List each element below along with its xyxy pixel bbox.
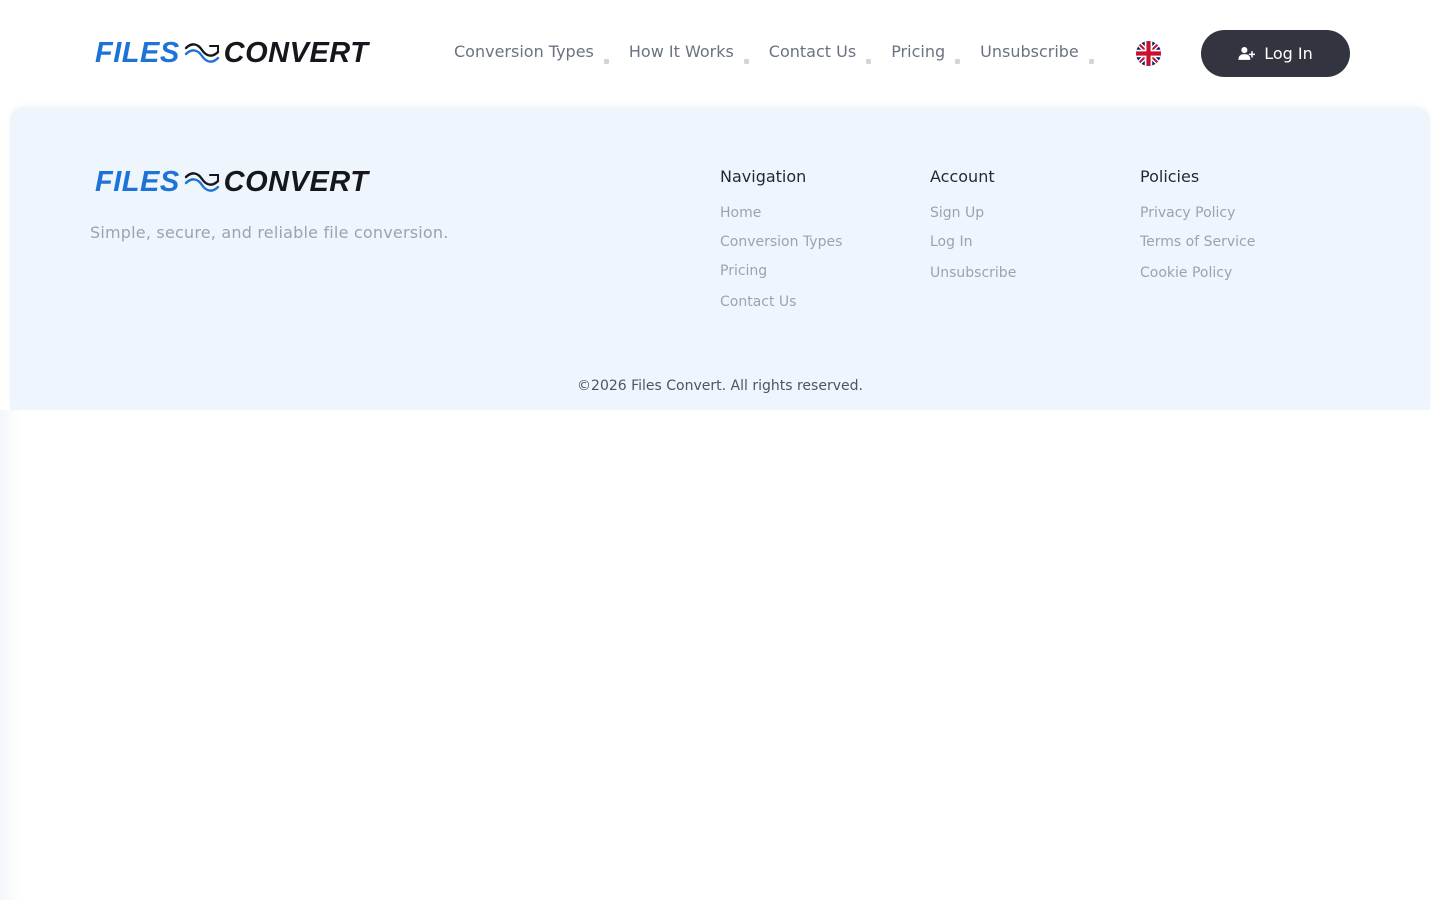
- footer-brand-logo[interactable]: FILES CONVERT: [95, 165, 368, 199]
- logo-swoosh-icon: [184, 172, 219, 192]
- nav-item-label: Contact Us: [768, 42, 857, 61]
- nav-dot-icon: [603, 59, 609, 64]
- logo-word-convert: CONVERT: [223, 36, 369, 69]
- footer-column-policies: Policies Privacy Policy Terms of Service…: [1140, 167, 1255, 281]
- logo-word-files: FILES: [95, 165, 180, 198]
- logo-word-files: FILES: [95, 36, 180, 69]
- nav-item-label: Unsubscribe: [980, 42, 1079, 61]
- logo-word-convert: CONVERT: [223, 165, 369, 198]
- nav-item-how-it-works[interactable]: How It Works: [628, 42, 749, 64]
- nav-item-unsubscribe[interactable]: Unsubscribe: [980, 42, 1094, 64]
- footer-link-contact-us[interactable]: Contact Us: [720, 294, 842, 310]
- main-nav: Conversion Types How It Works Contact Us…: [454, 42, 1094, 64]
- footer-column-title: Navigation: [720, 167, 807, 186]
- login-button-label: Log In: [1264, 44, 1313, 63]
- nav-item-pricing[interactable]: Pricing: [891, 42, 961, 64]
- footer-link-privacy-policy[interactable]: Privacy Policy: [1140, 205, 1255, 221]
- uk-flag-graphic: [1136, 41, 1161, 66]
- nav-item-label: Pricing: [891, 42, 946, 61]
- footer-link-unsubscribe[interactable]: Unsubscribe: [930, 265, 1016, 281]
- nav-dot-icon: [866, 59, 872, 64]
- site-header: FILES CONVERT Conversion Types How It Wo…: [0, 0, 1440, 106]
- footer-link-home[interactable]: Home: [720, 205, 842, 221]
- page-empty-area: [0, 410, 1440, 900]
- uk-flag-icon[interactable]: [1136, 41, 1161, 66]
- nav-item-conversion-types[interactable]: Conversion Types: [454, 42, 609, 64]
- nav-dot-icon: [955, 59, 961, 64]
- footer-link-conversion-types[interactable]: Conversion Types: [720, 234, 842, 250]
- footer-column-title: Account: [930, 167, 995, 186]
- footer-copyright: ©2026 Files Convert. All rights reserved…: [577, 378, 863, 394]
- logo-swoosh-icon: [184, 43, 219, 63]
- footer-link-sign-up[interactable]: Sign Up: [930, 205, 1016, 221]
- nav-item-label: How It Works: [628, 42, 734, 61]
- nav-dot-icon: [743, 59, 749, 64]
- site-footer: FILES CONVERT Simple, secure, and reliab…: [10, 107, 1430, 410]
- nav-item-contact-us[interactable]: Contact Us: [768, 42, 872, 64]
- footer-link-log-in[interactable]: Log In: [930, 234, 1016, 250]
- footer-column-account: Account Sign Up Log In Unsubscribe: [930, 167, 1016, 281]
- login-button[interactable]: Log In: [1201, 30, 1350, 77]
- footer-link-pricing[interactable]: Pricing: [720, 263, 842, 279]
- footer-link-cookie-policy[interactable]: Cookie Policy: [1140, 265, 1255, 281]
- user-plus-icon: [1238, 47, 1256, 60]
- nav-dot-icon: [1088, 59, 1094, 64]
- footer-tagline: Simple, secure, and reliable file conver…: [90, 223, 449, 242]
- left-edge-shade: [0, 410, 22, 900]
- footer-column-navigation: Navigation Home Conversion Types Pricing…: [720, 167, 842, 310]
- footer-link-terms-of-service[interactable]: Terms of Service: [1140, 234, 1255, 250]
- brand-logo[interactable]: FILES CONVERT: [95, 36, 368, 70]
- footer-column-title: Policies: [1140, 167, 1200, 186]
- nav-item-label: Conversion Types: [454, 42, 594, 61]
